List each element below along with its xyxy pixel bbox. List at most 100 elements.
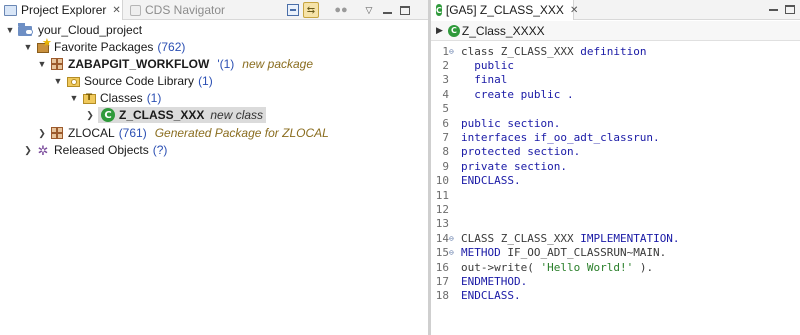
line-number: 10	[435, 174, 449, 188]
tree-item-favorite-packages[interactable]: ▼ ★ Favorite Packages (762)	[22, 37, 186, 55]
code-keyword: METHOD	[461, 246, 508, 260]
class-description: new class	[210, 108, 264, 122]
tree-item-released-objects[interactable]: ❯ ✲ Released Objects (?)	[22, 142, 167, 158]
close-icon[interactable]: ✕	[112, 5, 120, 16]
view-menu-icon: ▽	[365, 4, 373, 15]
expand-toggle-icon[interactable]: ▼	[68, 93, 80, 103]
filter-button[interactable]: ●●	[333, 2, 349, 18]
code-line[interactable]: 4 create public .	[431, 87, 573, 101]
item-count: (1)	[146, 91, 162, 105]
maximize-button[interactable]	[397, 2, 413, 18]
tab-project-explorer[interactable]: Project Explorer ✕	[0, 0, 123, 20]
code-keyword: public	[461, 58, 514, 72]
close-icon[interactable]: ✕	[570, 5, 578, 16]
code-line[interactable]: 5	[431, 102, 461, 116]
editor-tab-bar: C [GA5] Z_CLASS_XXX ✕	[431, 0, 800, 20]
class-icon: C	[101, 108, 115, 122]
code-keyword: protected section.	[461, 145, 581, 159]
breadcrumb-arrow-icon[interactable]: ▶	[436, 25, 443, 36]
tree-label: Released Objects	[54, 143, 149, 157]
code-text: ).	[633, 260, 654, 274]
tab-cds-navigator[interactable]: CDS Navigator	[124, 0, 234, 20]
view-menu-button[interactable]: ▽	[361, 2, 377, 18]
item-count: (762)	[157, 40, 186, 54]
line-number: 15	[435, 246, 449, 260]
tree-item-project[interactable]: ▼ your_Cloud_project	[4, 22, 142, 38]
tree-item-zlocal[interactable]: ❯ ZLOCAL (761) Generated Package for ZLO…	[36, 125, 329, 141]
code-line[interactable]: 17 ENDMETHOD.	[431, 274, 527, 288]
filter-icon: ●●	[334, 4, 348, 16]
class-icon: C	[447, 24, 460, 37]
editor-maximize-button[interactable]	[783, 3, 797, 17]
item-count: '(1)	[217, 57, 235, 71]
line-number: 3	[442, 73, 449, 87]
breadcrumb-label[interactable]: Z_Class_XXXX	[462, 24, 545, 38]
code-text: IF_OO_ADT_CLASSRUN~MAIN.	[507, 246, 667, 260]
code-line[interactable]: 18 ENDCLASS.	[431, 289, 521, 303]
project-icon	[18, 23, 34, 37]
code-text: out->write(	[461, 260, 541, 274]
link-with-editor-button[interactable]: ⇆	[303, 2, 319, 18]
maximize-icon	[785, 5, 795, 14]
tab-label: [GA5] Z_CLASS_XXX	[445, 3, 564, 17]
code-keyword: final	[461, 73, 508, 87]
code-line[interactable]: 6 public section.	[431, 116, 560, 130]
code-keyword: definition	[580, 44, 647, 58]
expand-toggle-icon[interactable]: ▼	[4, 25, 16, 35]
code-keyword: IMPLEMENTATION.	[580, 231, 680, 245]
expand-toggle-icon[interactable]: ❯	[22, 145, 34, 156]
line-number: 7	[442, 130, 449, 144]
fold-toggle-icon[interactable]: ⊖	[449, 47, 461, 56]
item-count: (761)	[118, 126, 147, 140]
code-line[interactable]: 8 protected section.	[431, 145, 580, 159]
expand-toggle-icon[interactable]: ▼	[22, 42, 34, 52]
line-number: 5	[442, 102, 449, 116]
code-line[interactable]: 1 ⊖ class Z_CLASS_XXX definition	[431, 44, 646, 58]
code-line[interactable]: 13	[431, 217, 461, 231]
class-icon: C	[436, 4, 442, 16]
line-number: 16	[435, 260, 449, 274]
code-line[interactable]: 3 final	[431, 73, 507, 87]
left-tab-bar: Project Explorer ✕ CDS Navigator ⇆ ●● ▽	[0, 0, 428, 20]
code-keyword: interfaces if_oo_adt_classrun.	[461, 130, 660, 144]
tree-label: ZABAPGIT_WORKFLOW	[68, 57, 210, 71]
editor-minimize-button[interactable]	[767, 3, 781, 17]
tree-item-z-class-xxx[interactable]: ❯ C Z_CLASS_XXX new class	[84, 107, 267, 123]
code-line[interactable]: 11	[431, 188, 461, 202]
tree-label: Classes	[100, 91, 143, 105]
code-line[interactable]: 12	[431, 202, 461, 216]
link-with-editor-icon: ⇆	[306, 4, 316, 16]
item-count: (?)	[152, 143, 168, 157]
fold-toggle-icon[interactable]: ⊖	[449, 248, 461, 257]
code-keyword: private section.	[461, 159, 567, 173]
code-line[interactable]: 7 interfaces if_oo_adt_classrun.	[431, 130, 660, 144]
fold-toggle-icon[interactable]: ⊖	[449, 234, 461, 243]
selection-highlight[interactable]: C Z_CLASS_XXX new class	[98, 107, 267, 123]
tree-item-source-code-library[interactable]: ▼ Source Code Library (1)	[52, 73, 213, 89]
expand-toggle-icon[interactable]: ❯	[84, 110, 96, 121]
code-line[interactable]: 10 ENDCLASS.	[431, 174, 521, 188]
code-line[interactable]: 15 ⊖ METHOD IF_OO_ADT_CLASSRUN~MAIN.	[431, 246, 667, 260]
code-line[interactable]: 16 out->write( 'Hello World!' ).	[431, 260, 653, 274]
code-keyword: ENDMETHOD.	[461, 274, 528, 288]
expand-toggle-icon[interactable]: ▼	[36, 59, 48, 69]
code-line[interactable]: 14 ⊖ CLASS Z_CLASS_XXX IMPLEMENTATION.	[431, 231, 680, 245]
tree-item-zabapgit-workflow[interactable]: ▼ ZABAPGIT_WORKFLOW '(1) new package	[36, 56, 313, 72]
source-library-icon	[66, 74, 80, 88]
expand-toggle-icon[interactable]: ❯	[36, 128, 48, 139]
package-description: new package	[242, 57, 314, 71]
expand-toggle-icon[interactable]: ▼	[52, 76, 64, 86]
tree-item-classes[interactable]: ▼ T Classes (1)	[68, 90, 162, 106]
editor-tab-z-class-xxx[interactable]: C [GA5] Z_CLASS_XXX ✕	[431, 0, 578, 20]
code-line[interactable]: 9 private section.	[431, 159, 567, 173]
minimize-button[interactable]	[379, 2, 395, 18]
tree-label: Z_CLASS_XXX	[119, 108, 205, 122]
collapse-all-button[interactable]	[285, 2, 301, 18]
item-count: (1)	[198, 74, 213, 88]
line-number: 13	[435, 217, 449, 231]
code-keyword: ENDCLASS.	[461, 289, 521, 303]
classes-folder-icon: T	[82, 91, 96, 105]
breadcrumb[interactable]: ▶ C Z_Class_XXXX	[431, 21, 800, 41]
code-line[interactable]: 2 public	[431, 58, 514, 72]
package-icon	[50, 126, 64, 140]
